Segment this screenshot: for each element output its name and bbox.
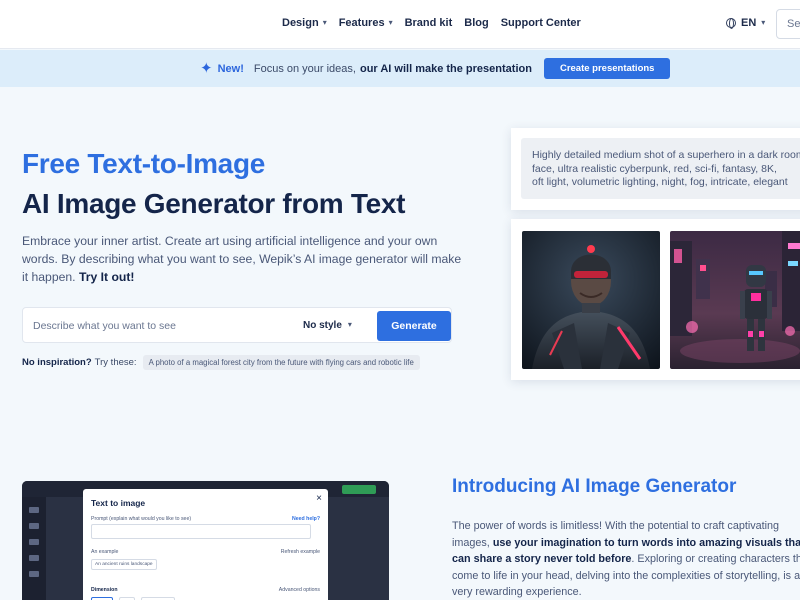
dimension-label: Dimension xyxy=(91,587,118,593)
banner-bold-text: our AI will make the presentation xyxy=(359,62,532,75)
nav-design[interactable]: Design ▾ xyxy=(282,17,327,29)
prompt-preview-card: Highly detailed medium shot of a superhe… xyxy=(511,128,800,210)
style-dropdown[interactable]: No style ▾ xyxy=(303,320,352,331)
dialog-prompt-input[interactable] xyxy=(91,524,311,539)
generate-button[interactable]: Generate xyxy=(377,311,451,341)
language-selector[interactable]: EN ▾ xyxy=(726,17,765,29)
nav-features[interactable]: Features ▾ xyxy=(339,17,393,29)
prompt-label: Prompt (explain what would you like to s… xyxy=(91,516,192,522)
close-icon[interactable]: × xyxy=(316,493,322,504)
editor-screenshot: Text to image × Prompt (explain what wou… xyxy=(22,481,389,600)
example-label: An example xyxy=(91,549,119,555)
suggestion-chip[interactable]: A photo of a magical forest city from th… xyxy=(142,355,420,370)
create-presentations-button[interactable]: Create presentations xyxy=(543,58,671,79)
announcement-banner: ✦ New! Focus on your ideas, our AI will … xyxy=(0,50,800,87)
need-help-link[interactable]: Need help? xyxy=(292,516,320,522)
try-it-out: Try It out! xyxy=(78,270,135,284)
main-menu: Design ▾ Features ▾ Brand kit Blog Support… xyxy=(282,17,593,29)
editor-sidebar xyxy=(22,497,46,600)
globe-icon xyxy=(726,18,736,29)
banner-text: Focus on your ideas, xyxy=(253,62,356,75)
try-these-label: Try these: xyxy=(94,357,137,368)
generated-image-superhero xyxy=(522,231,660,369)
hero-title-accent: Free Text-to-Image xyxy=(22,148,266,179)
banner-content: ✦ New! Focus on your ideas, our AI will … xyxy=(200,58,671,79)
example-chip[interactable]: An ancient ruins landscape xyxy=(91,559,157,570)
generated-images-card xyxy=(511,219,800,380)
generator-form: Describe what you want to see No style ▾… xyxy=(22,307,452,343)
no-inspiration-label: No inspiration? xyxy=(22,357,92,368)
advanced-options[interactable]: Advanced options xyxy=(279,587,320,593)
chevron-down-icon: ▾ xyxy=(761,17,766,27)
nav-support-center[interactable]: Support Center xyxy=(501,17,581,29)
nav-blog[interactable]: Blog xyxy=(464,17,488,29)
refresh-example[interactable]: Refresh example xyxy=(281,549,320,555)
hero-description: Embrace your inner artist. Create art us… xyxy=(22,234,462,284)
inspiration-row: No inspiration? Try these: A photo of a … xyxy=(22,355,420,370)
top-navigation: Design ▾ Features ▾ Brand kit Blog Support… xyxy=(0,0,800,49)
sparkle-icon: ✦ xyxy=(200,60,213,77)
text-to-image-dialog: Text to image × Prompt (explain what wou… xyxy=(83,489,328,600)
editor-download-button xyxy=(342,485,376,494)
generated-image-robot xyxy=(670,231,800,369)
hero-title: AI Image Generator from Text xyxy=(22,188,406,219)
nav-brand-kit[interactable]: Brand kit xyxy=(405,17,453,29)
intro-description: The power of words is limitless! With th… xyxy=(452,520,800,598)
prompt-input[interactable]: Describe what you want to see xyxy=(33,320,176,332)
new-badge: New! xyxy=(217,62,244,75)
chevron-down-icon: ▾ xyxy=(347,320,352,329)
dialog-title: Text to image xyxy=(91,498,146,508)
prompt-preview-text: Highly detailed medium shot of a superhe… xyxy=(521,138,800,199)
chevron-down-icon: ▾ xyxy=(388,17,393,27)
intro-title: Introducing AI Image Generator xyxy=(452,476,737,497)
search-input[interactable]: Search xyxy=(776,9,800,39)
chevron-down-icon: ▾ xyxy=(322,17,327,27)
